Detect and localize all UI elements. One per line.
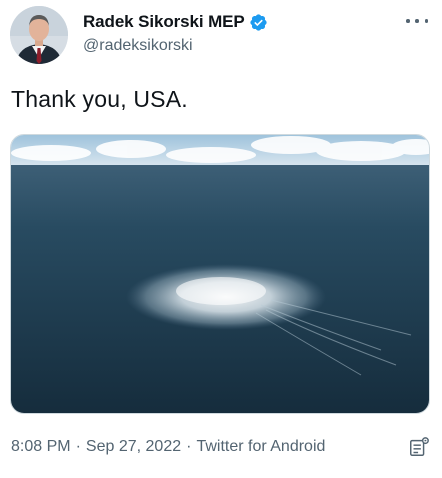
author-name-row[interactable]: Radek Sikorski MEP	[83, 12, 268, 32]
tweet-source[interactable]: Twitter for Android	[196, 438, 325, 456]
separator: ·	[186, 438, 192, 455]
tweet-date[interactable]: Sep 27, 2022	[86, 438, 181, 456]
author-handle[interactable]: @radeksikorski	[83, 37, 193, 55]
tweet-text: Thank you, USA.	[11, 86, 188, 112]
more-horizontal-icon[interactable]	[406, 12, 428, 30]
tweet-analytics-icon[interactable]	[408, 436, 430, 458]
author-display-name[interactable]: Radek Sikorski MEP	[83, 12, 245, 32]
avatar[interactable]	[10, 6, 68, 64]
tweet-photo[interactable]	[10, 134, 430, 414]
tweet-metadata: 8:08 PM · Sep 27, 2022 · Twitter for And…	[11, 438, 325, 456]
verified-badge-icon	[249, 13, 268, 32]
separator: ·	[75, 438, 81, 455]
tweet-time[interactable]: 8:08 PM	[11, 438, 71, 456]
